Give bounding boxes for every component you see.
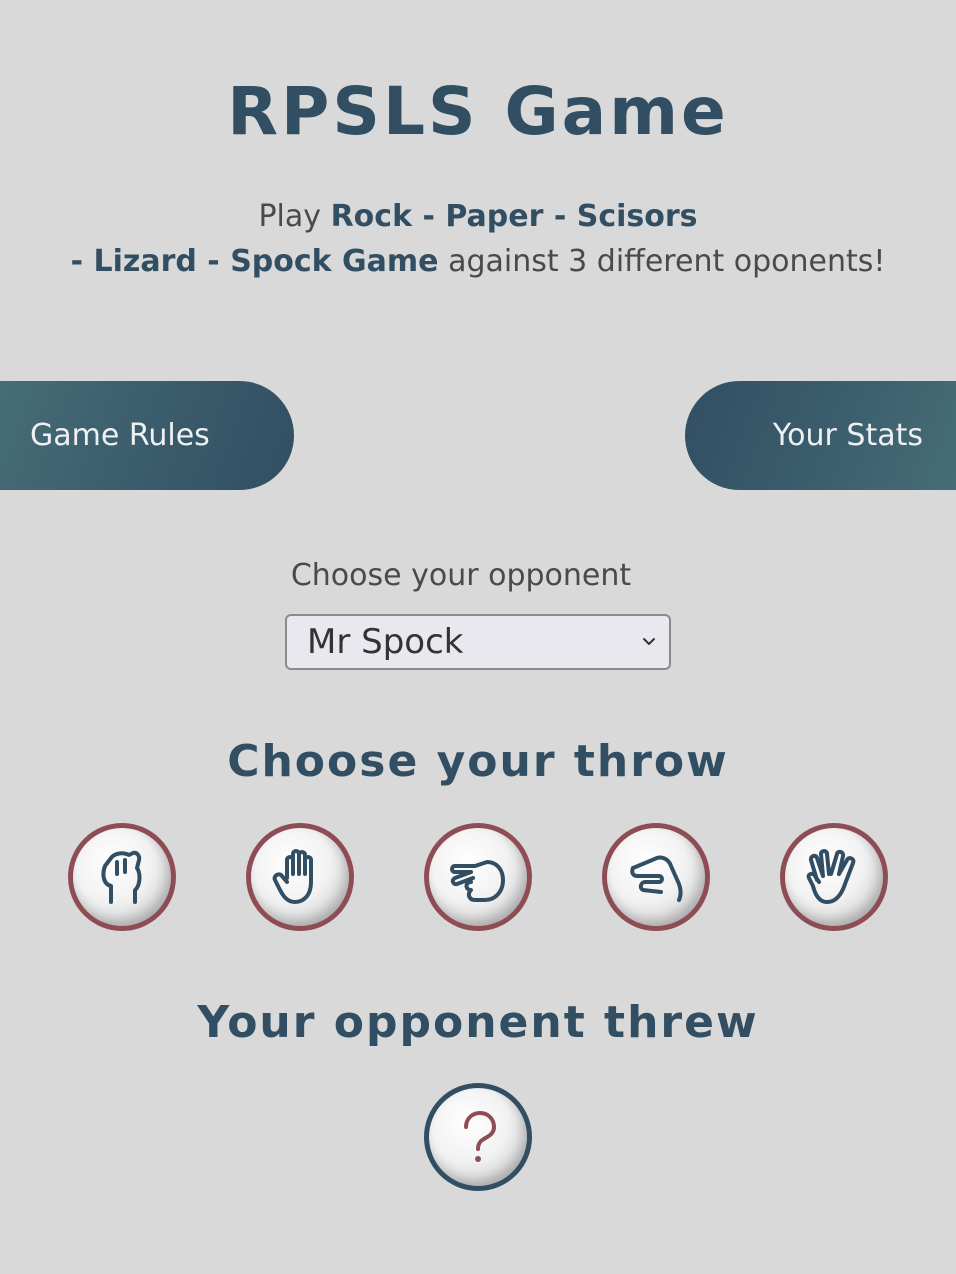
rock-throw-button[interactable] [68,823,176,931]
opponent-select[interactable]: Mr Spock [285,614,671,670]
game-rules-button[interactable]: Game Rules [0,381,294,490]
question-mark-icon [464,1111,496,1162]
lizard-throw-button[interactable] [602,823,710,931]
opponent-throw-display [424,1083,532,1191]
rock-icon [101,850,142,904]
intro-suffix: against 3 different oponents! [448,244,886,279]
opponent-select-value: Mr Spock [307,622,464,662]
scissors-throw-button[interactable] [424,823,532,931]
spock-throw-button[interactable] [780,823,888,931]
page-title: RPSLS Game [227,73,729,150]
opponent-section-title: Your opponent threw [197,997,759,1048]
your-stats-button[interactable]: Your Stats [685,381,956,490]
intro-game-name-line2: - Lizard - Spock Game [70,244,439,279]
intro-text: Play Rock - Paper - Scisors - Lizard - S… [40,194,916,284]
chevron-down-icon [643,638,655,645]
intro-prefix: Play [258,199,322,234]
scissors-icon [450,860,505,902]
spock-icon [806,849,856,904]
throw-section-title: Choose your throw [227,736,729,787]
lizard-icon [630,855,683,902]
paper-icon [272,849,313,904]
intro-game-name-line1: Rock - Paper - Scisors [330,199,698,234]
paper-throw-button[interactable] [246,823,354,931]
opponent-label: Choose your opponent [290,558,632,593]
